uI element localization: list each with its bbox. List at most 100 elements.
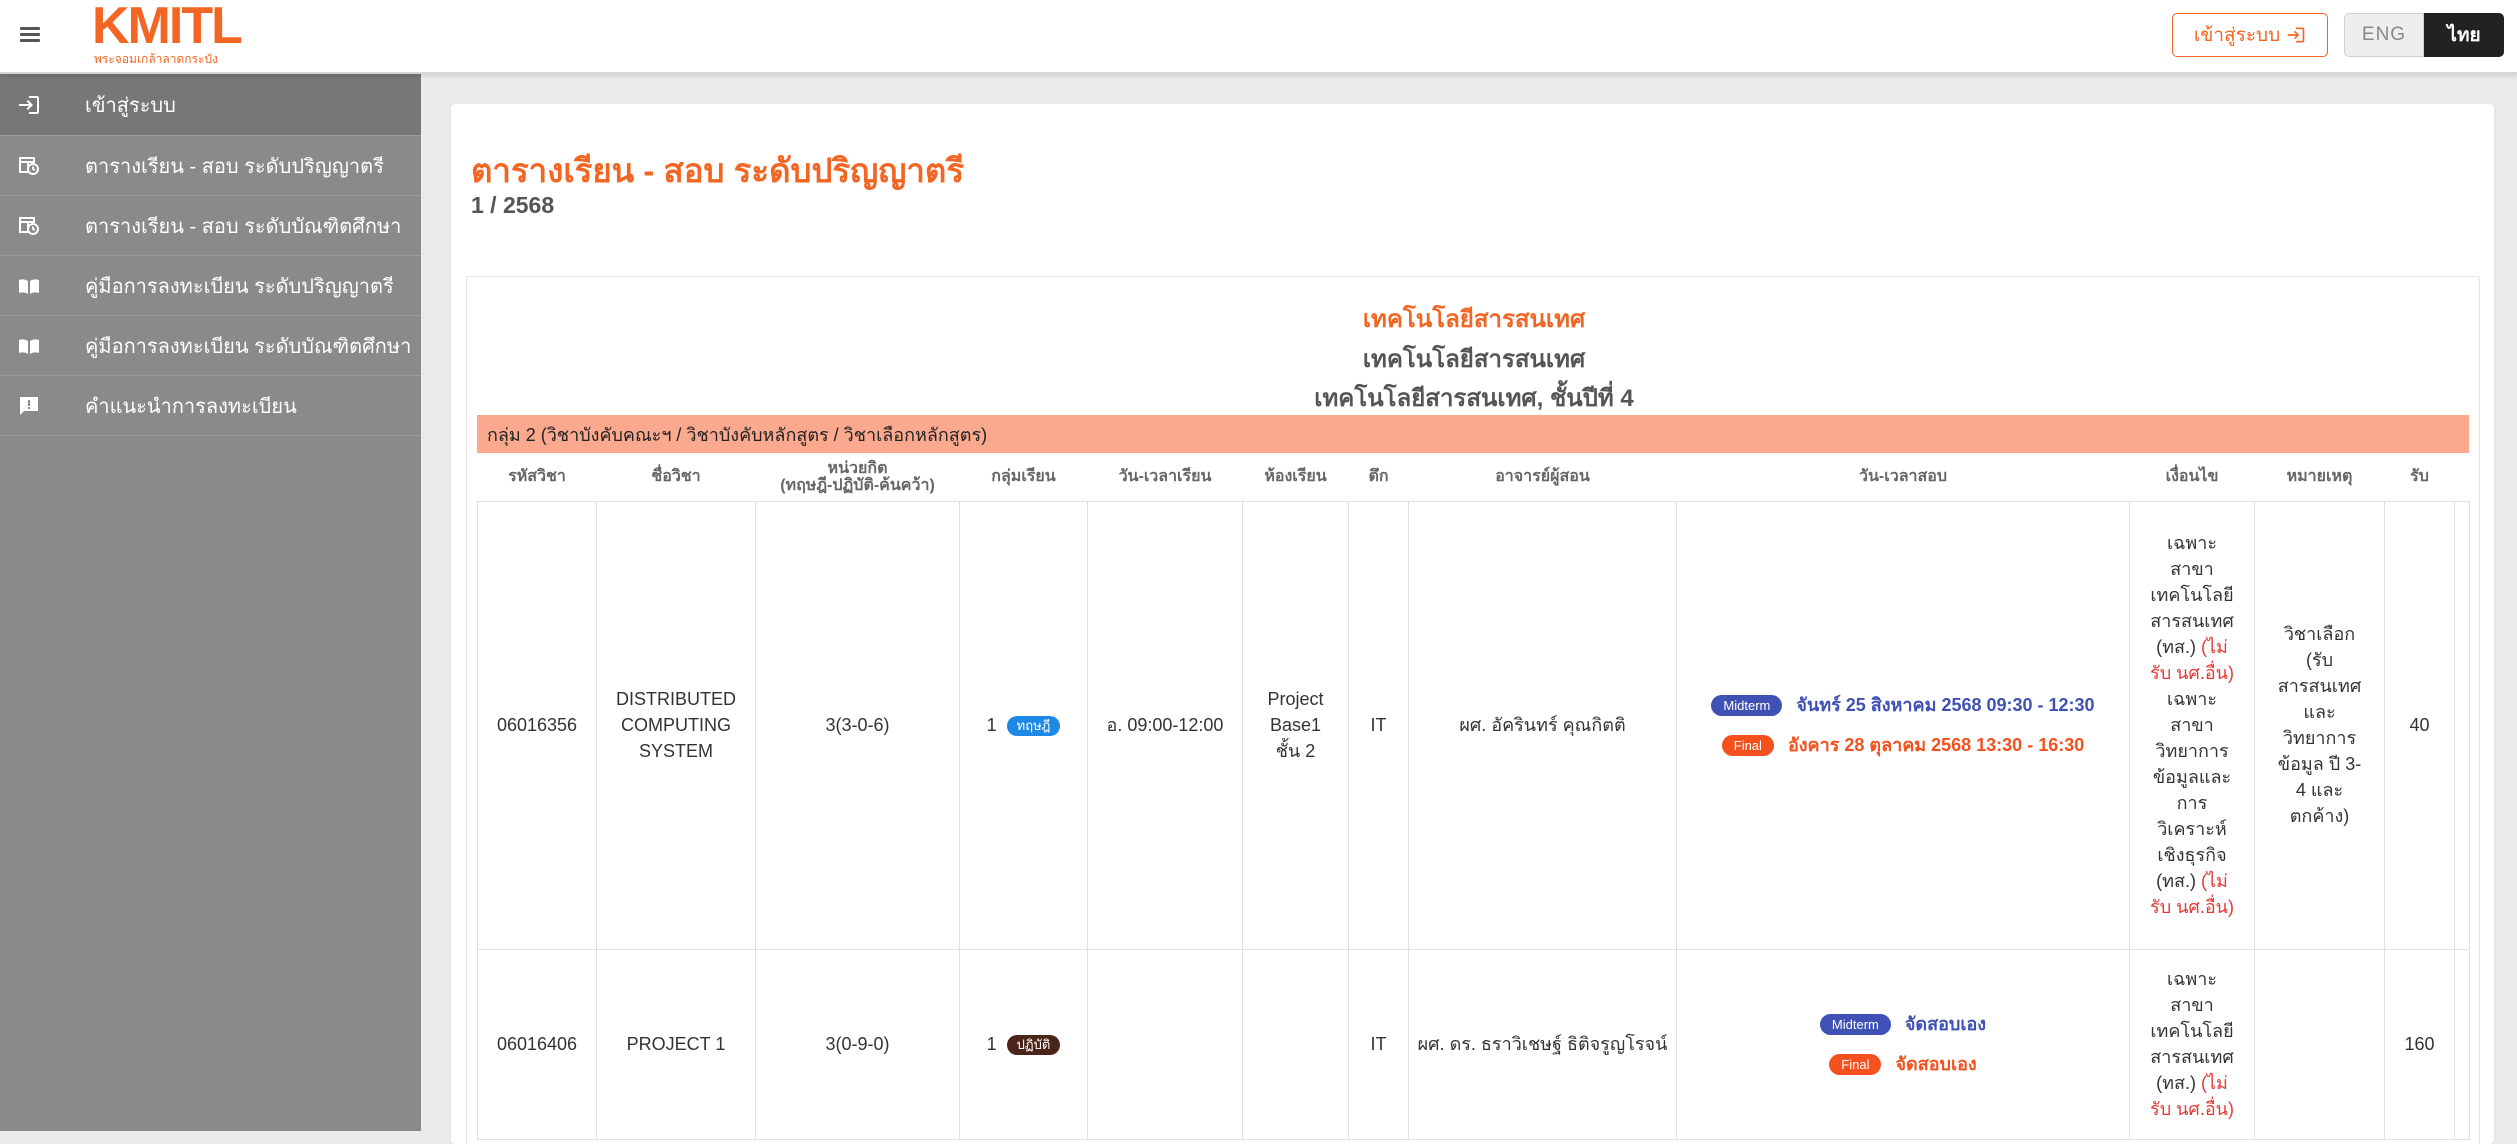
midterm-line: Midterm จันทร์ 25 สิงหาคม 2568 09:30 - 1… [1683,685,2123,725]
class-time [1087,948,1243,1140]
building: IT [1348,948,1409,1140]
menu-icon[interactable] [16,20,46,50]
sidebar-item-label: คู่มือการลงทะเบียน ระดับปริญญาตรี [85,275,394,298]
col-code: รหัสวิชา [508,468,566,486]
remark: วิชาเลือก (รับ สารสนเทศ และ วิทยาการ ข้อ… [2254,500,2385,950]
table-row: 06016356 DISTRIBUTED COMPUTING SYSTEM 3(… [477,500,2470,950]
sidebar-item-graduate-manual[interactable]: คู่มือการลงทะเบียน ระดับบัณฑิตศึกษา [0,316,421,376]
col-name: ชื่อวิชา [651,468,701,486]
capacity: 160 [2384,948,2455,1140]
section-number: 1 [986,1034,997,1054]
feedback-icon [16,393,42,419]
midterm-date: จัดสอบเอง [1904,1014,1987,1034]
midterm-line: Midterm จัดสอบเอง [1683,1004,2123,1044]
course-credit: 3(3-0-6) [755,500,960,950]
col-credit: หน่วยกิต (ทฤษฎี-ปฏิบัติ-ค้นคว้า) [756,453,960,501]
course-section: 1 ปฏิบัติ [959,948,1088,1140]
schedule-table: รหัสวิชา ชื่อวิชา หน่วยกิต (ทฤษฎี-ปฏิบัติ… [477,453,2470,1140]
course-code: 06016356 [477,500,597,950]
book-icon [16,273,42,299]
lang-eng-button[interactable]: ENG [2344,13,2424,57]
sidebar-item-graduate-schedule[interactable]: ตารางเรียน - สอบ ระดับบัณฑิตศึกษา [0,196,421,256]
col-credit-line2: (ทฤษฎี-ปฏิบัติ-ค้นคว้า) [780,476,935,494]
sidebar: เข้าสู่ระบบ ตารางเรียน - สอบ ระดับปริญญา… [0,74,421,1131]
final-line: Final จัดสอบเอง [1683,1044,2123,1084]
course-section: 1 ทฤษฎี [959,500,1088,950]
col-section: กลุ่มเรียน [991,468,1056,486]
capacity: 40 [2384,500,2455,950]
course-name-link[interactable]: PROJECT 1 [596,948,756,1140]
class-room-link[interactable] [1242,948,1349,1140]
top-bar: KMITL พระจอมเกล้าลาดกระบัง เข้าสู่ระบบ E… [0,0,2517,74]
col-remark: หมายเหตุ [2286,468,2353,486]
term-label: 1 / 2568 [471,192,555,218]
section-type-badge: ทฤษฎี [1006,716,1061,737]
final-badge: Final [1721,734,1774,756]
extra-cell [2454,500,2470,950]
extra-cell [2454,948,2470,1140]
midterm-badge: Midterm [1711,694,1783,716]
sidebar-item-label: ตารางเรียน - สอบ ระดับปริญญาตรี [85,155,384,178]
calendar-clock-icon [16,153,42,179]
book-icon [16,333,42,359]
instructor: ผศ. ดร. ธราวิเชษฐ์ ธิติจรูญโรจน์ [1408,948,1677,1140]
sidebar-item-bachelor-manual[interactable]: คู่มือการลงทะเบียน ระดับปริญญาตรี [0,256,421,316]
schedule-panel: เทคโนโลยีสารสนเทศ เทคโนโลยีสารสนเทศ เทคโ… [466,276,2480,1144]
condition: เฉพาะ สาขา เทคโนโลยี สารสนเทศ (ทส.) (ไม่… [2129,500,2255,950]
midterm-date: จันทร์ 25 สิงหาคม 2568 09:30 - 12:30 [1796,695,2095,715]
group-header: กลุ่ม 2 (วิชาบังคับคณะฯ / วิชาบังคับหลัก… [477,415,2469,453]
exam-time: Midterm จันทร์ 25 สิงหาคม 2568 09:30 - 1… [1676,500,2130,950]
main-card: ตารางเรียน - สอบ ระดับปริญญาตรี 1 / 2568… [451,104,2494,1144]
page-title: ตารางเรียน - สอบ ระดับปริญญาตรี [471,152,965,189]
course-credit: 3(0-9-0) [755,948,960,1140]
login-icon [2287,27,2305,43]
col-extra [2455,453,2470,501]
class-time: อ. 09:00-12:00 [1087,500,1243,950]
logo-subtitle: พระจอมเกล้าลาดกระบัง [94,52,218,66]
sidebar-item-registration-advice[interactable]: คำแนะนำการลงทะเบียน [0,376,421,436]
final-date: จัดสอบเอง [1895,1054,1977,1074]
program-title: เทคโนโลยีสารสนเทศ, ชั้นปีที่ 4 [1314,385,1634,412]
col-instructor: อาจารย์ผู้สอน [1495,468,1590,486]
department-title: เทคโนโลยีสารสนเทศ [1362,346,1586,373]
lang-thai-button[interactable]: ไทย [2424,13,2504,57]
building: IT [1348,500,1409,950]
logo-text: KMITL [92,0,243,55]
login-button-label: เข้าสู่ระบบ [2193,25,2281,46]
course-code: 06016406 [477,948,597,1140]
kmitl-logo[interactable]: KMITL พระจอมเกล้าลาดกระบัง [92,0,243,70]
final-badge: Final [1829,1053,1882,1075]
midterm-badge: Midterm [1819,1013,1891,1035]
sidebar-item-label: คู่มือการลงทะเบียน ระดับบัณฑิตศึกษา [85,335,412,358]
sidebar-item-login[interactable]: เข้าสู่ระบบ [0,74,421,136]
calendar-clock-icon [16,213,42,239]
sidebar-item-label: เข้าสู่ระบบ [85,94,176,117]
class-room-link[interactable]: Project Base1 ชั้น 2 [1242,500,1349,950]
sidebar-item-label: คำแนะนำการลงทะเบียน [85,395,297,418]
instructor: ผศ. อัครินทร์ คุณกิตติ [1408,500,1677,950]
col-condition: เงื่อนไข [2165,468,2219,486]
login-icon [16,92,42,118]
sidebar-item-label: ตารางเรียน - สอบ ระดับบัณฑิตศึกษา [85,215,402,238]
language-switcher: ENG ไทย [2344,13,2504,57]
table-header-row: รหัสวิชา ชื่อวิชา หน่วยกิต (ทฤษฎี-ปฏิบัติ… [478,453,2470,501]
table-row: 06016406 PROJECT 1 3(0-9-0) 1 ปฏิบัติ IT … [477,948,2470,1140]
final-date: อังคาร 28 ตุลาคม 2568 13:30 - 16:30 [1787,735,2085,755]
col-building: ตึก [1368,468,1389,486]
section-number: 1 [986,715,997,735]
sidebar-item-bachelor-schedule[interactable]: ตารางเรียน - สอบ ระดับปริญญาตรี [0,136,421,196]
col-capacity: รับ [2410,468,2429,486]
col-exam-time: วัน-เวลาสอบ [1858,468,1948,486]
course-name-link[interactable]: DISTRIBUTED COMPUTING SYSTEM [596,500,756,950]
login-button[interactable]: เข้าสู่ระบบ [2172,13,2328,57]
col-room: ห้องเรียน [1264,468,1327,486]
col-class-time: วัน-เวลาเรียน [1118,468,1212,486]
condition: เฉพาะ สาขา เทคโนโลยี สารสนเทศ (ทส.) (ไม่… [2129,948,2255,1140]
faculty-title: เทคโนโลยีสารสนเทศ [1362,306,1586,333]
exam-time: Midterm จัดสอบเอง Final จัดสอบเอง [1676,948,2130,1140]
final-line: Final อังคาร 28 ตุลาคม 2568 13:30 - 16:3… [1683,725,2123,765]
col-credit-line1: หน่วยกิต [827,459,888,477]
remark [2254,948,2385,1140]
section-type-badge: ปฏิบัติ [1006,1035,1061,1056]
condition-text: เฉพาะ สาขา วิทยาการ ข้อมูลและ การ วิเครา… [2152,689,2232,891]
